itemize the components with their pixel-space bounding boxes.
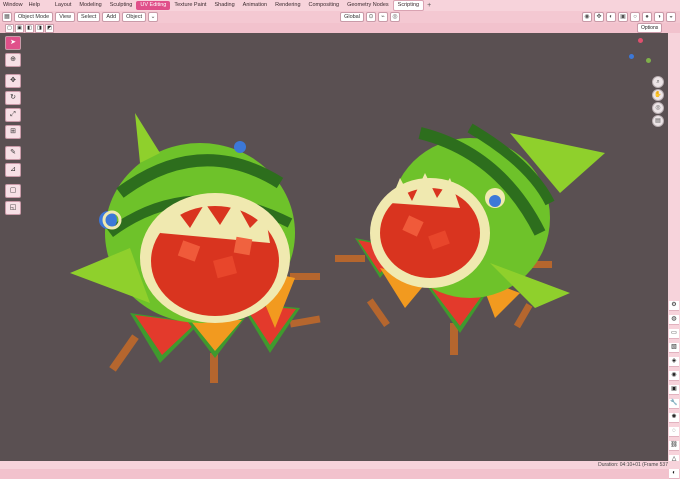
menu-object[interactable]: Object bbox=[122, 12, 147, 22]
select-mode-subtract-icon[interactable]: ◧ bbox=[25, 23, 34, 33]
select-box-tool-icon[interactable]: ➤ bbox=[5, 36, 21, 50]
annotate-tool-icon[interactable]: ✎ bbox=[5, 146, 21, 160]
perspective-toggle-icon[interactable]: ▤ bbox=[652, 115, 664, 127]
status-text: Duration: 04:10+01 (Frame 537 bbox=[598, 462, 668, 468]
tab-animation[interactable]: Animation bbox=[239, 1, 271, 10]
left-watermelon-creature bbox=[70, 113, 321, 383]
camera-view-icon[interactable]: ◎ bbox=[652, 102, 664, 114]
tab-shading[interactable]: Shading bbox=[210, 1, 238, 10]
left-toolbar: ➤ ⊕ ✥ ↻ ⤢ ⊞ ✎ ⊿ ▢ ◱ bbox=[5, 36, 21, 218]
modifier-props-icon[interactable]: 🔧 bbox=[669, 399, 679, 409]
particles-props-icon[interactable]: ✺ bbox=[669, 413, 679, 423]
tool-settings-bar: ▢ ▣ ◧ ◨ ◩ bbox=[0, 23, 680, 33]
shading-rendered-icon[interactable]: ◒ bbox=[666, 12, 677, 22]
select-mode-extend-icon[interactable]: ▣ bbox=[15, 23, 24, 33]
transform-orientation-dropdown[interactable]: Global bbox=[340, 12, 364, 22]
tool-props-icon[interactable]: ⚙ bbox=[669, 301, 679, 311]
shading-solid-icon[interactable]: ● bbox=[642, 12, 653, 22]
select-mode-intersect-icon[interactable]: ◩ bbox=[45, 23, 54, 33]
view-layer-props-icon[interactable]: ▧ bbox=[669, 343, 679, 353]
tab-scripting[interactable]: Scripting bbox=[392, 0, 425, 11]
constraints-props-icon[interactable]: ⛓ bbox=[669, 441, 679, 451]
move-tool-icon[interactable]: ✥ bbox=[5, 74, 21, 88]
tab-layout[interactable]: Layout bbox=[51, 1, 76, 10]
snap-icon[interactable]: ⌁ bbox=[377, 12, 388, 22]
shear-tool-icon[interactable]: ◱ bbox=[5, 201, 21, 215]
measure-tool-icon[interactable]: ⊿ bbox=[5, 163, 21, 177]
select-mode-new-icon[interactable]: ▢ bbox=[5, 23, 14, 33]
pivot-icon[interactable]: ⊙ bbox=[365, 12, 376, 22]
chevron-down-icon[interactable]: ⌄ bbox=[148, 12, 159, 22]
rotate-tool-icon[interactable]: ↻ bbox=[5, 91, 21, 105]
material-props-icon[interactable]: ◐ bbox=[669, 469, 679, 479]
scene-render bbox=[70, 113, 605, 383]
3d-viewport[interactable] bbox=[0, 33, 668, 461]
properties-tab-strip: ⚙ ◍ ▭ ▧ ◈ ◉ ▣ 🔧 ✺ ◌ ⛓ △ ◐ bbox=[668, 33, 680, 479]
overlay-icon[interactable]: ◐ bbox=[606, 12, 617, 22]
cursor-tool-icon[interactable]: ⊕ bbox=[5, 53, 21, 67]
shading-material-icon[interactable]: ◑ bbox=[654, 12, 665, 22]
menu-view[interactable]: View bbox=[55, 12, 76, 22]
shading-wire-icon[interactable]: ○ bbox=[630, 12, 641, 22]
physics-props-icon[interactable]: ◌ bbox=[669, 427, 679, 437]
proportional-edit-icon[interactable]: ◎ bbox=[389, 12, 400, 22]
output-props-icon[interactable]: ▭ bbox=[669, 329, 679, 339]
tab-geometry-nodes[interactable]: Geometry Nodes bbox=[343, 1, 393, 10]
status-bar: Duration: 04:10+01 (Frame 537 bbox=[0, 461, 680, 469]
z-axis-icon[interactable] bbox=[629, 54, 634, 59]
menu-add[interactable]: Add bbox=[102, 12, 121, 22]
select-mode-invert-icon[interactable]: ◨ bbox=[35, 23, 44, 33]
pan-hand-icon[interactable]: ✋ bbox=[652, 89, 664, 101]
scene-props-icon[interactable]: ◈ bbox=[669, 357, 679, 367]
menu-select[interactable]: Select bbox=[77, 12, 101, 22]
tab-modeling[interactable]: Modeling bbox=[75, 1, 105, 10]
scale-tool-icon[interactable]: ⤢ bbox=[5, 108, 21, 122]
options-dropdown[interactable]: Options bbox=[637, 23, 663, 33]
gizmo-toggle-icon[interactable]: ✥ bbox=[594, 12, 605, 22]
add-cube-tool-icon[interactable]: ▢ bbox=[5, 184, 21, 198]
editor-type-icon[interactable]: ▦ bbox=[2, 12, 12, 22]
tab-rendering[interactable]: Rendering bbox=[271, 1, 304, 10]
navigation-gizmo[interactable] bbox=[626, 38, 656, 68]
zoom-icon[interactable]: ⌕ bbox=[652, 76, 664, 88]
xray-icon[interactable]: ▣ bbox=[618, 12, 629, 22]
render-props-icon[interactable]: ◍ bbox=[669, 315, 679, 325]
world-props-icon[interactable]: ◉ bbox=[669, 371, 679, 381]
mode-dropdown[interactable]: Object Mode bbox=[14, 12, 54, 22]
object-props-icon[interactable]: ▣ bbox=[669, 385, 679, 395]
tab-compositing[interactable]: Compositing bbox=[305, 1, 344, 10]
menu-help[interactable]: Help bbox=[26, 1, 43, 10]
add-workspace-button[interactable]: + bbox=[424, 2, 434, 9]
tab-texture-paint[interactable]: Texture Paint bbox=[170, 1, 210, 10]
y-axis-icon[interactable] bbox=[646, 58, 651, 63]
transform-tool-icon[interactable]: ⊞ bbox=[5, 125, 21, 139]
menu-window[interactable]: Window bbox=[0, 1, 26, 10]
tab-uv-editing[interactable]: UV Editing bbox=[136, 1, 171, 10]
x-axis-icon[interactable] bbox=[638, 38, 643, 43]
right-watermelon-creature bbox=[335, 123, 605, 355]
visibility-icon[interactable]: ◉ bbox=[582, 12, 593, 22]
viewport-header: ▦ Object Mode View Select Add Object ⌄ G… bbox=[0, 11, 680, 23]
tab-sculpting[interactable]: Sculpting bbox=[106, 1, 137, 10]
